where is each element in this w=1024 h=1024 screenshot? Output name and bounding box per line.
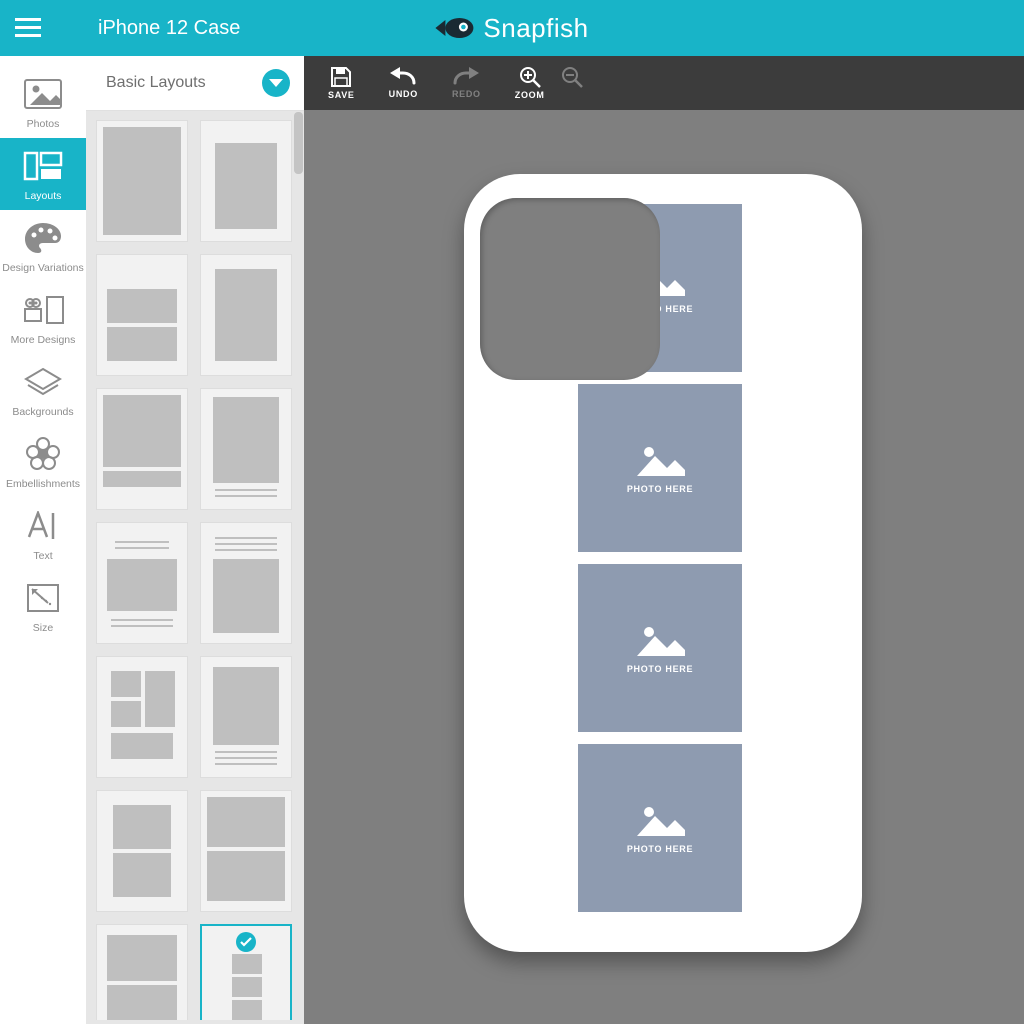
rail-label: Embellishments — [6, 478, 80, 490]
panel-collapse-button[interactable] — [262, 69, 290, 97]
rail-item-backgrounds[interactable]: Backgrounds — [0, 354, 86, 426]
photo-slot[interactable]: PHOTO HERE — [578, 744, 742, 912]
brand-name: Snapfish — [483, 13, 588, 44]
rail-item-layouts[interactable]: Layouts — [0, 138, 86, 210]
photo-icon — [20, 76, 66, 112]
layout-thumb[interactable] — [96, 120, 188, 242]
panel-title: Basic Layouts — [106, 74, 206, 92]
photo-slot[interactable]: PHOTO HERE — [578, 384, 742, 552]
rail-item-text[interactable]: Text — [0, 498, 86, 570]
menu-button[interactable] — [0, 18, 56, 38]
editor-area: SAVE UNDO REDO ZOOM PHOTO HERE — [304, 56, 1024, 1024]
rail-item-embellishments[interactable]: Embellishments — [0, 426, 86, 498]
layout-thumb[interactable] — [96, 790, 188, 912]
palette-icon — [20, 220, 66, 256]
rail-label: Backgrounds — [12, 406, 73, 418]
layout-thumb[interactable] — [200, 656, 292, 778]
slot-label: PHOTO HERE — [627, 844, 693, 854]
product-title: iPhone 12 Case — [98, 17, 240, 40]
layout-thumb[interactable] — [96, 522, 188, 644]
layout-thumb[interactable] — [200, 790, 292, 912]
chevron-down-icon — [269, 78, 283, 88]
rail-label: Layouts — [25, 190, 62, 202]
layout-thumb[interactable] — [96, 924, 188, 1020]
editor-toolbar: SAVE UNDO REDO ZOOM — [304, 56, 1024, 110]
layouts-panel: Basic Layouts — [86, 56, 304, 1024]
rail-label: Photos — [27, 118, 60, 130]
layout-thumbnails[interactable] — [86, 110, 304, 1020]
fish-icon — [435, 16, 475, 40]
panel-header: Basic Layouts — [86, 56, 304, 110]
rail-label: Size — [33, 622, 53, 634]
zoom-out-icon — [561, 66, 583, 88]
redo-icon — [453, 67, 479, 87]
brand-logo[interactable]: Snapfish — [435, 13, 588, 44]
app-header: iPhone 12 Case Snapfish — [0, 0, 1024, 56]
layout-thumb[interactable] — [200, 120, 292, 242]
image-placeholder-icon — [635, 442, 685, 478]
save-icon — [330, 66, 352, 88]
layout-thumb[interactable] — [200, 522, 292, 644]
check-icon — [236, 932, 256, 952]
layout-thumb[interactable] — [96, 254, 188, 376]
layouts-icon — [20, 148, 66, 184]
more-designs-icon — [20, 292, 66, 328]
rail-item-size[interactable]: Size — [0, 570, 86, 642]
rail-label: Text — [33, 550, 52, 562]
rail-item-more-designs[interactable]: More Designs — [0, 282, 86, 354]
text-icon — [20, 508, 66, 544]
backgrounds-icon — [20, 364, 66, 400]
tool-label: REDO — [452, 89, 481, 99]
flower-icon — [20, 436, 66, 472]
zoom-in-icon — [519, 66, 541, 88]
phone-case-canvas[interactable]: PHOTO HERE PHOTO HERE PHOTO HERE PHOTO H… — [464, 174, 862, 952]
rail-item-photos[interactable]: Photos — [0, 66, 86, 138]
panel-scrollbar[interactable] — [290, 56, 304, 1024]
undo-button[interactable]: UNDO — [389, 67, 418, 99]
layout-thumb[interactable] — [96, 656, 188, 778]
image-placeholder-icon — [635, 622, 685, 658]
hamburger-icon — [15, 18, 41, 38]
size-icon — [20, 580, 66, 616]
tool-label: ZOOM — [515, 90, 545, 100]
photo-slot[interactable]: PHOTO HERE — [578, 564, 742, 732]
zoom-out-button — [561, 66, 583, 88]
layout-thumb[interactable] — [96, 388, 188, 510]
zoom-in-button[interactable]: ZOOM — [515, 66, 545, 100]
rail-label: Design Variations — [2, 262, 84, 274]
slot-label: PHOTO HERE — [627, 664, 693, 674]
rail-label: More Designs — [11, 334, 76, 346]
image-placeholder-icon — [635, 802, 685, 838]
tool-rail: Photos Layouts Design Variations More De… — [0, 56, 86, 1024]
scrollbar-thumb[interactable] — [294, 112, 303, 174]
undo-icon — [390, 67, 416, 87]
tool-label: UNDO — [389, 89, 418, 99]
layout-thumb-selected[interactable] — [200, 924, 292, 1020]
camera-cutout — [480, 198, 660, 380]
save-button[interactable]: SAVE — [328, 66, 355, 100]
redo-button: REDO — [452, 67, 481, 99]
layout-thumb[interactable] — [200, 388, 292, 510]
slot-label: PHOTO HERE — [627, 484, 693, 494]
layout-thumb[interactable] — [200, 254, 292, 376]
rail-item-design-variations[interactable]: Design Variations — [0, 210, 86, 282]
tool-label: SAVE — [328, 90, 355, 100]
